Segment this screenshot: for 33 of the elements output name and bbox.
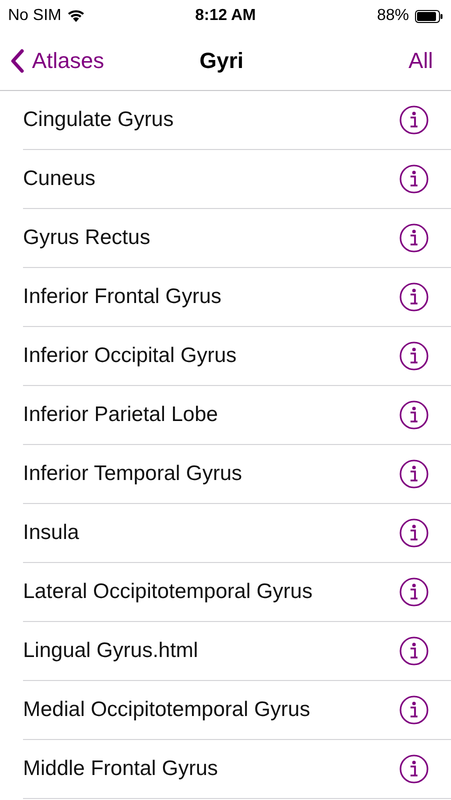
info-button[interactable] — [399, 636, 429, 666]
info-button[interactable] — [399, 105, 429, 135]
battery-percent: 88% — [376, 7, 409, 25]
wifi-icon — [67, 9, 86, 23]
nav-title: Gyri — [199, 48, 244, 74]
info-button[interactable] — [399, 282, 429, 312]
list-item-label[interactable]: Middle Frontal Gyrus — [23, 757, 218, 781]
list-item-label[interactable]: Inferior Parietal Lobe — [23, 403, 218, 427]
info-button[interactable] — [399, 223, 429, 253]
info-button[interactable] — [399, 341, 429, 371]
info-button[interactable] — [399, 459, 429, 489]
info-button[interactable] — [399, 695, 429, 725]
list-item-label[interactable]: Medial Occipitotemporal Gyrus — [23, 698, 310, 722]
list-item-label[interactable]: Inferior Temporal Gyrus — [23, 462, 242, 486]
back-button[interactable]: Atlases — [10, 48, 130, 74]
list-item-label[interactable]: Inferior Occipital Gyrus — [23, 344, 237, 368]
list-item-label[interactable]: Insula — [23, 521, 80, 545]
clock: 8:12 AM — [195, 7, 256, 25]
list-item-label[interactable]: Cingulate Gyrus — [23, 108, 174, 132]
list-item-label[interactable]: Lateral Occipitotemporal Gyrus — [23, 580, 312, 604]
list-item-label[interactable]: Gyrus Rectus — [23, 226, 150, 250]
all-button[interactable]: All — [313, 48, 433, 74]
chevron-left-icon — [10, 49, 24, 73]
list-item-label[interactable]: Inferior Frontal Gyrus — [23, 285, 222, 309]
battery-icon — [414, 10, 443, 22]
info-button[interactable] — [399, 577, 429, 607]
carrier-label: No SIM — [8, 7, 62, 25]
info-button[interactable] — [399, 754, 429, 784]
list-item-label[interactable]: Lingual Gyrus.html — [23, 639, 198, 663]
info-button[interactable] — [399, 400, 429, 430]
info-button[interactable] — [399, 518, 429, 548]
info-button[interactable] — [399, 164, 429, 194]
list-item-label[interactable]: Cuneus — [23, 167, 96, 191]
